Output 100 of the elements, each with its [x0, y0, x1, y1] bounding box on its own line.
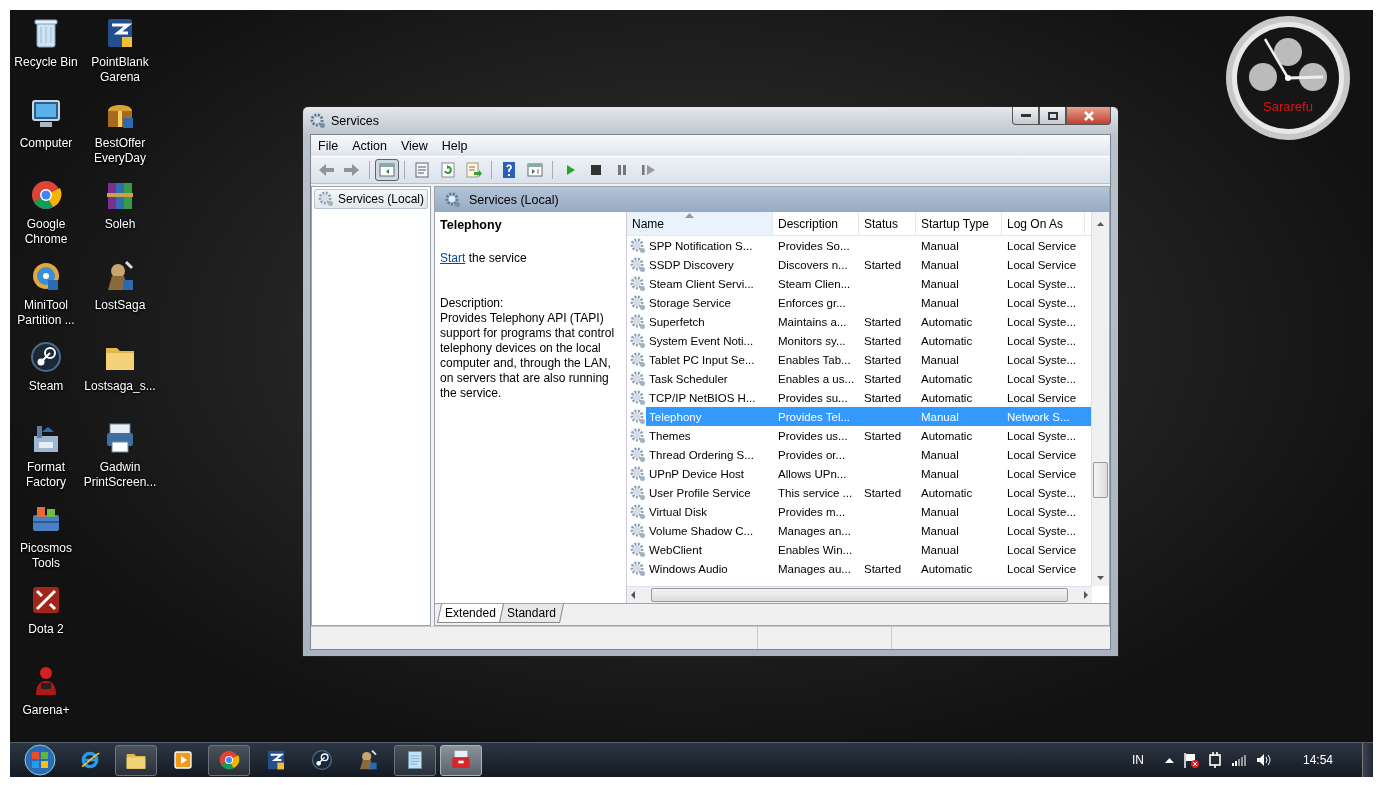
- table-cell: Manages an...: [778, 524, 851, 537]
- icon-label[interactable]: Format Factory: [10, 460, 83, 490]
- tree-item[interactable]: Services (Local): [314, 189, 429, 209]
- column-header[interactable]: Log On As: [1002, 212, 1085, 235]
- table-row[interactable]: System Event Noti... Monitors sy... Started Automatic Local Syste...: [627, 331, 1091, 350]
- table-cell: Local Syste...: [1007, 524, 1077, 537]
- table-cell: Virtual Disk: [649, 505, 707, 518]
- table-cell: User Profile Service: [649, 486, 751, 499]
- icon-label[interactable]: Dota 2: [10, 622, 83, 637]
- icon-label[interactable]: BestOffer EveryDay: [83, 136, 157, 166]
- table-row[interactable]: SSDP Discovery Discovers n... Started Manual Local Service: [627, 255, 1091, 274]
- icon-label[interactable]: Garena+: [10, 703, 83, 718]
- table-row[interactable]: UPnP Device Host Allows UPn... Manual Local Service: [627, 464, 1091, 483]
- table-cell: Steam Client Servi...: [649, 277, 754, 290]
- table-cell: Local Service: [1007, 239, 1077, 252]
- table-cell: Superfetch: [649, 315, 705, 328]
- table-cell: Automatic: [921, 391, 973, 404]
- table-row[interactable]: Task Scheduler Enables a us... Started Automatic Local Syste...: [627, 369, 1091, 388]
- clock-time[interactable]: 14:54: [1302, 753, 1333, 767]
- table-row[interactable]: Storage Service Enforces gr... Manual Local Syste...: [627, 293, 1091, 312]
- table-cell: Local Syste...: [1007, 296, 1077, 309]
- table-cell: Started: [864, 372, 902, 385]
- table-cell: Volume Shadow C...: [649, 524, 754, 537]
- start-link[interactable]: Start: [440, 251, 466, 265]
- table-cell: Enforces gr...: [778, 296, 846, 309]
- icon-label[interactable]: Computer: [10, 136, 83, 151]
- table-cell: Task Scheduler: [649, 372, 728, 385]
- view-tab[interactable]: Extended: [437, 604, 504, 623]
- table-cell: Provides m...: [778, 505, 846, 518]
- menu-item[interactable]: View: [393, 138, 435, 153]
- table-cell: Enables Tab...: [778, 353, 851, 366]
- table-row[interactable]: Themes Provides us... Started Automatic Local Syste...: [627, 426, 1091, 445]
- menu-item[interactable]: File: [311, 138, 346, 153]
- clock-label: Sararefu: [1262, 99, 1314, 114]
- table-cell: Steam Clien...: [778, 277, 851, 290]
- table-cell: Manual: [921, 448, 959, 461]
- table-cell: Started: [864, 353, 902, 366]
- table-cell: Local Service: [1007, 543, 1077, 556]
- column-header[interactable]: Name: [627, 212, 773, 235]
- menu-item[interactable]: Action: [345, 138, 394, 153]
- table-cell: Started: [864, 562, 902, 575]
- table-cell: SPP Notification S...: [649, 239, 753, 252]
- table-cell: Provides or...: [778, 448, 846, 461]
- table-row[interactable]: Virtual Disk Provides m... Manual Local Syste...: [627, 502, 1091, 521]
- table-cell: SSDP Discovery: [649, 258, 734, 271]
- table-cell: Automatic: [921, 315, 973, 328]
- table-cell: Provides us...: [778, 429, 848, 442]
- table-cell: Automatic: [921, 429, 973, 442]
- table-cell: Provides Tel...: [778, 410, 850, 423]
- table-cell: Manual: [921, 353, 959, 366]
- table-cell: Discovers n...: [778, 258, 848, 271]
- action-sentence: Start the service: [440, 251, 528, 266]
- table-cell: Enables a us...: [778, 372, 855, 385]
- table-cell: This service ...: [778, 486, 853, 499]
- table-cell: Thread Ordering S...: [649, 448, 754, 461]
- icon-label[interactable]: Lostsaga_s...: [83, 379, 157, 394]
- table-cell: Started: [864, 315, 902, 328]
- table-cell: Local Syste...: [1007, 372, 1077, 385]
- table-cell: TCP/IP NetBIOS H...: [649, 391, 756, 404]
- icon-label[interactable]: Picosmos Tools: [10, 541, 83, 571]
- table-cell: Local Syste...: [1007, 429, 1077, 442]
- column-header[interactable]: Status: [859, 212, 916, 235]
- table-cell: Local Syste...: [1007, 353, 1077, 366]
- table-row[interactable]: Superfetch Maintains a... Started Automatic Local Syste...: [627, 312, 1091, 331]
- table-row[interactable]: Windows Audio Manages au... Started Automatic Local Service: [627, 559, 1091, 578]
- table-row[interactable]: WebClient Enables Win... Manual Local Service: [627, 540, 1091, 559]
- table-row[interactable]: Steam Client Servi... Steam Clien... Manual Local Syste...: [627, 274, 1091, 293]
- table-cell: Local Syste...: [1007, 277, 1077, 290]
- icon-label[interactable]: PointBlank Garena: [83, 55, 157, 85]
- table-cell: Manual: [921, 258, 959, 271]
- table-cell: Manual: [921, 277, 959, 290]
- icon-label[interactable]: Steam: [10, 379, 83, 394]
- view-tab[interactable]: Standard: [498, 604, 564, 623]
- table-row[interactable]: User Profile Service This service ... Started Automatic Local Syste...: [627, 483, 1091, 502]
- table-cell: Manual: [921, 467, 959, 480]
- language-indicator[interactable]: IN: [1131, 753, 1144, 767]
- table-row[interactable]: Volume Shadow C... Manages an... Manual Local Syste...: [627, 521, 1091, 540]
- icon-label[interactable]: Recycle Bin: [10, 55, 83, 70]
- table-cell: Telephony: [649, 410, 702, 423]
- icon-label[interactable]: Soleh: [83, 217, 157, 232]
- menu-item[interactable]: Help: [434, 138, 475, 153]
- table-row[interactable]: Thread Ordering S... Provides or... Manual Local Service: [627, 445, 1091, 464]
- table-cell: Started: [864, 429, 902, 442]
- table-row[interactable]: TCP/IP NetBIOS H... Provides su... Started Automatic Local Service: [627, 388, 1091, 407]
- table-cell: System Event Noti...: [649, 334, 754, 347]
- description-label: Description:: [440, 296, 505, 311]
- icon-label[interactable]: Gadwin PrintScreen...: [83, 460, 157, 490]
- column-header[interactable]: Startup Type: [916, 212, 1002, 235]
- table-cell: Started: [864, 258, 902, 271]
- table-cell: Enables Win...: [778, 543, 853, 556]
- table-cell: Allows UPn...: [778, 467, 847, 480]
- column-header[interactable]: Description: [773, 212, 859, 235]
- table-cell: Local Service: [1007, 391, 1077, 404]
- icon-label[interactable]: MiniTool Partition ...: [10, 298, 83, 328]
- icon-label[interactable]: LostSaga: [83, 298, 157, 313]
- icon-label[interactable]: Google Chrome: [10, 217, 83, 247]
- table-cell: Local Syste...: [1007, 505, 1077, 518]
- table-cell: Themes: [649, 429, 691, 442]
- table-row[interactable]: SPP Notification S... Provides So... Manual Local Service: [627, 236, 1091, 255]
- table-row[interactable]: Tablet PC Input Se... Enables Tab... Started Manual Local Syste...: [627, 350, 1091, 369]
